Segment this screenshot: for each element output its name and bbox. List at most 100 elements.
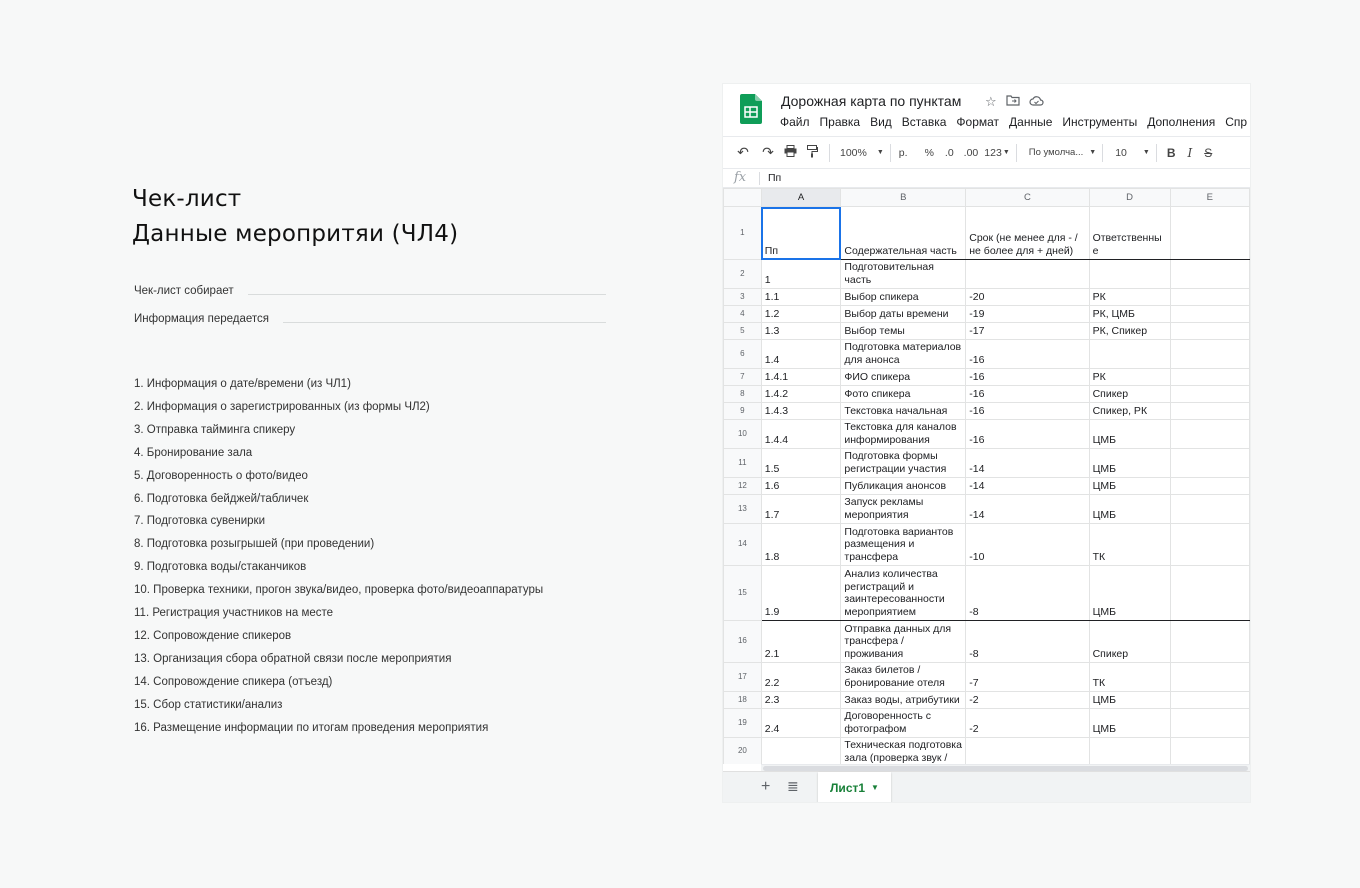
cell-b[interactable]: ФИО спикера bbox=[840, 368, 967, 386]
cell-c[interactable] bbox=[965, 737, 1090, 764]
italic-button[interactable]: I bbox=[1187, 146, 1192, 160]
menu-item[interactable]: Спр bbox=[1225, 115, 1247, 129]
cell-a[interactable]: 1.4.3 bbox=[760, 402, 842, 420]
cell-e[interactable] bbox=[1169, 385, 1250, 403]
row-header[interactable]: 4 bbox=[723, 305, 762, 323]
formats-caret-icon[interactable]: ▼ bbox=[1003, 149, 1010, 156]
cell-e[interactable] bbox=[1169, 206, 1250, 260]
column-header-c[interactable]: C bbox=[965, 188, 1090, 207]
row-header[interactable]: 9 bbox=[723, 402, 762, 420]
row-header[interactable]: 12 bbox=[723, 477, 762, 495]
row-header[interactable]: 16 bbox=[723, 620, 762, 663]
column-header-e[interactable]: E bbox=[1169, 188, 1250, 207]
cell-a[interactable]: 1.3 bbox=[760, 322, 842, 340]
menu-item[interactable]: Инструменты bbox=[1062, 115, 1137, 129]
cell-b[interactable]: Выбор даты времени bbox=[840, 305, 967, 323]
cell-a[interactable]: 1.4 bbox=[760, 339, 842, 369]
cell-d[interactable]: Спикер, РК bbox=[1088, 402, 1171, 420]
row-header[interactable]: 13 bbox=[723, 494, 762, 524]
cell-a[interactable]: 1.2 bbox=[760, 305, 842, 323]
print-icon[interactable] bbox=[779, 145, 801, 160]
cell-e[interactable] bbox=[1169, 620, 1250, 663]
sheet-tab-caret-icon[interactable]: ▼ bbox=[871, 783, 879, 792]
row-header[interactable]: 17 bbox=[723, 662, 762, 692]
star-icon[interactable]: ☆ bbox=[985, 94, 997, 110]
cell-a[interactable]: 1.8 bbox=[760, 523, 842, 566]
menu-item[interactable]: Вид bbox=[870, 115, 892, 129]
cell-d[interactable]: ТК bbox=[1088, 662, 1171, 692]
cell-e[interactable] bbox=[1169, 259, 1250, 289]
menu-item[interactable]: Формат bbox=[956, 115, 999, 129]
cell-b[interactable]: Техническая подготовка зала (проверка зв… bbox=[840, 737, 967, 764]
cell-d[interactable]: ЦМБ bbox=[1088, 565, 1171, 621]
add-sheet-icon[interactable]: + bbox=[761, 778, 770, 796]
cell-d[interactable]: ЦМБ bbox=[1088, 477, 1171, 495]
cell-a[interactable]: 1.1 bbox=[760, 288, 842, 306]
cell-c[interactable]: -14 bbox=[965, 494, 1090, 524]
cell-e[interactable] bbox=[1169, 322, 1250, 340]
column-header-b[interactable]: B bbox=[840, 188, 967, 207]
cell-e[interactable] bbox=[1169, 305, 1250, 323]
cell-d[interactable] bbox=[1088, 259, 1171, 289]
zoom-select[interactable]: 100% bbox=[840, 147, 867, 159]
column-header-a[interactable]: A bbox=[760, 188, 842, 207]
cell-d[interactable] bbox=[1088, 339, 1171, 369]
cell-c[interactable]: -20 bbox=[965, 288, 1090, 306]
row-header[interactable]: 14 bbox=[723, 523, 762, 566]
cell-c[interactable]: -16 bbox=[965, 385, 1090, 403]
paint-format-icon[interactable] bbox=[801, 144, 823, 161]
sheets-logo-icon[interactable] bbox=[740, 94, 762, 124]
currency-button[interactable]: р. bbox=[899, 147, 908, 159]
row-header[interactable]: 20 bbox=[723, 737, 762, 764]
cell-b[interactable]: Отправка данных для трансфера / проживан… bbox=[840, 620, 967, 663]
cell-d[interactable] bbox=[1088, 737, 1171, 764]
column-header-d[interactable]: D bbox=[1088, 188, 1171, 207]
cell-e[interactable] bbox=[1169, 708, 1250, 738]
cell-a[interactable]: 2.3 bbox=[760, 691, 842, 709]
font-size-caret-icon[interactable]: ▼ bbox=[1143, 149, 1150, 156]
cell-b[interactable]: Подготовка формы регистрации участия bbox=[840, 448, 967, 478]
cell-c[interactable]: -2 bbox=[965, 708, 1090, 738]
cell-e[interactable] bbox=[1169, 565, 1250, 621]
cell-c[interactable]: -19 bbox=[965, 305, 1090, 323]
cell-c[interactable]: -2 bbox=[965, 691, 1090, 709]
cell-d[interactable]: Спикер bbox=[1088, 620, 1171, 663]
menu-item[interactable]: Файл bbox=[780, 115, 810, 129]
cloud-status-icon[interactable] bbox=[1029, 94, 1044, 110]
font-size-select[interactable]: 10 bbox=[1115, 147, 1127, 159]
cell-d[interactable]: ТК bbox=[1088, 523, 1171, 566]
cell-c[interactable]: -10 bbox=[965, 523, 1090, 566]
cell-d[interactable]: ЦМБ bbox=[1088, 691, 1171, 709]
redo-icon[interactable]: ↷ bbox=[757, 144, 779, 161]
bold-button[interactable]: B bbox=[1167, 146, 1176, 160]
cell-d[interactable]: ЦМБ bbox=[1088, 448, 1171, 478]
cell-b[interactable]: Текстовка для каналов информирования bbox=[840, 419, 967, 449]
cell-c[interactable]: Срок (не менее для - / не более для + дн… bbox=[965, 206, 1090, 260]
cell-b[interactable]: Выбор спикера bbox=[840, 288, 967, 306]
cell-c[interactable]: -16 bbox=[965, 402, 1090, 420]
row-header[interactable]: 3 bbox=[723, 288, 762, 306]
cell-d[interactable]: РК bbox=[1088, 368, 1171, 386]
all-sheets-icon[interactable]: ≣ bbox=[787, 778, 799, 795]
cell-c[interactable]: -14 bbox=[965, 448, 1090, 478]
cell-d[interactable]: ЦМБ bbox=[1088, 419, 1171, 449]
cell-e[interactable] bbox=[1169, 494, 1250, 524]
menu-item[interactable]: Дополнения bbox=[1147, 115, 1215, 129]
row-header[interactable]: 15 bbox=[723, 565, 762, 621]
select-all-corner[interactable] bbox=[723, 188, 762, 207]
cell-c[interactable]: -8 bbox=[965, 620, 1090, 663]
percent-button[interactable]: % bbox=[925, 147, 934, 159]
cell-d[interactable]: ЦМБ bbox=[1088, 708, 1171, 738]
row-header[interactable]: 8 bbox=[723, 385, 762, 403]
cell-a[interactable]: Пп bbox=[760, 206, 842, 260]
row-header[interactable]: 5 bbox=[723, 322, 762, 340]
cell-a[interactable]: 1.4.2 bbox=[760, 385, 842, 403]
menu-item[interactable]: Вставка bbox=[902, 115, 947, 129]
cell-b[interactable]: Заказ воды, атрибутики bbox=[840, 691, 967, 709]
cell-b[interactable]: Текстовка начальная bbox=[840, 402, 967, 420]
cell-b[interactable]: Выбор темы bbox=[840, 322, 967, 340]
cell-b[interactable]: Подготовительная часть bbox=[840, 259, 967, 289]
cell-a[interactable]: 1.4.4 bbox=[760, 419, 842, 449]
undo-icon[interactable]: ↶ bbox=[729, 144, 757, 161]
cell-b[interactable]: Заказ билетов / бронирование отеля bbox=[840, 662, 967, 692]
